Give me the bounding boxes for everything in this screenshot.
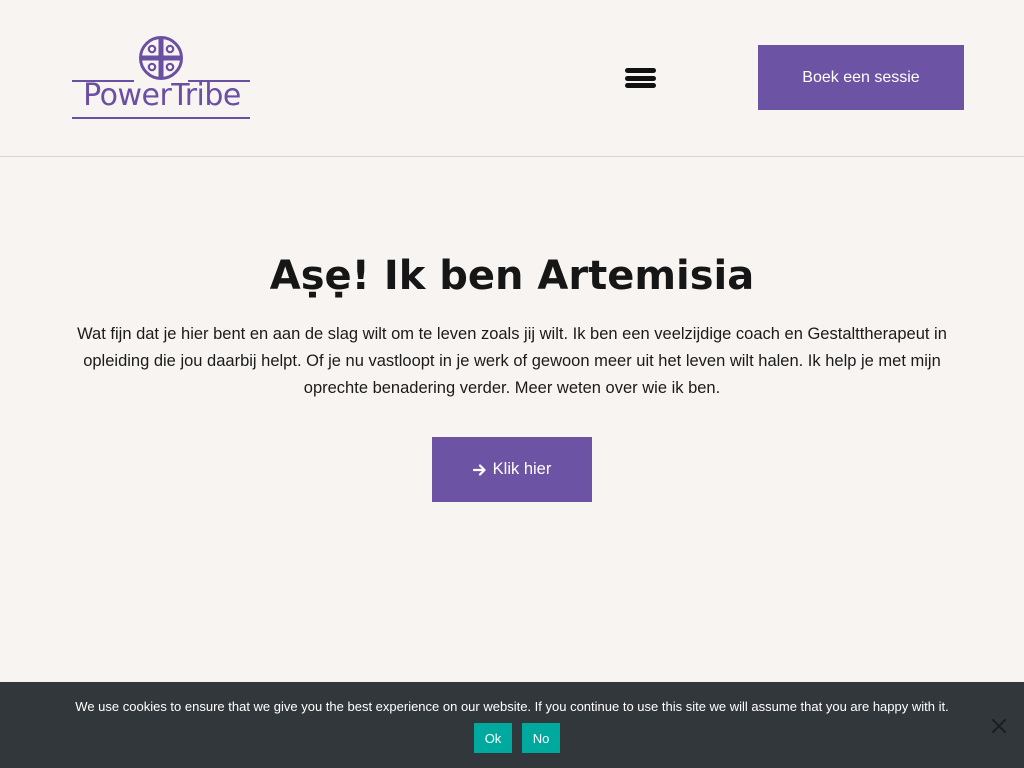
site-logo[interactable]: PowerTribe [72,36,252,122]
hamburger-menu-icon[interactable] [625,67,656,89]
powertribe-emblem-icon [139,36,183,80]
arrow-right-icon [472,463,486,476]
click-here-label: Klik hier [492,460,552,478]
logo-rule-bottom [72,117,250,119]
click-here-button[interactable]: Klik hier [432,437,592,502]
book-session-button[interactable]: Boek een sessie [758,45,964,110]
cookie-notice: We use cookies to ensure that we give yo… [0,682,1024,768]
menu-bar [625,68,656,73]
cookie-notice-text: We use cookies to ensure that we give yo… [75,699,949,714]
site-header: PowerTribe Boek een sessie [0,0,1024,157]
hero-intro: Wat fijn dat je hier bent en aan de slag… [77,325,947,397]
close-icon[interactable] [990,717,1008,735]
cookie-decline-button[interactable]: No [522,723,560,753]
menu-bar [625,83,656,88]
cookie-accept-button[interactable]: Ok [474,723,512,753]
menu-bar [625,75,656,81]
hero-title: Aṣẹ! Ik ben Artemisia [269,253,755,299]
logo-wordmark: PowerTribe [83,78,241,113]
